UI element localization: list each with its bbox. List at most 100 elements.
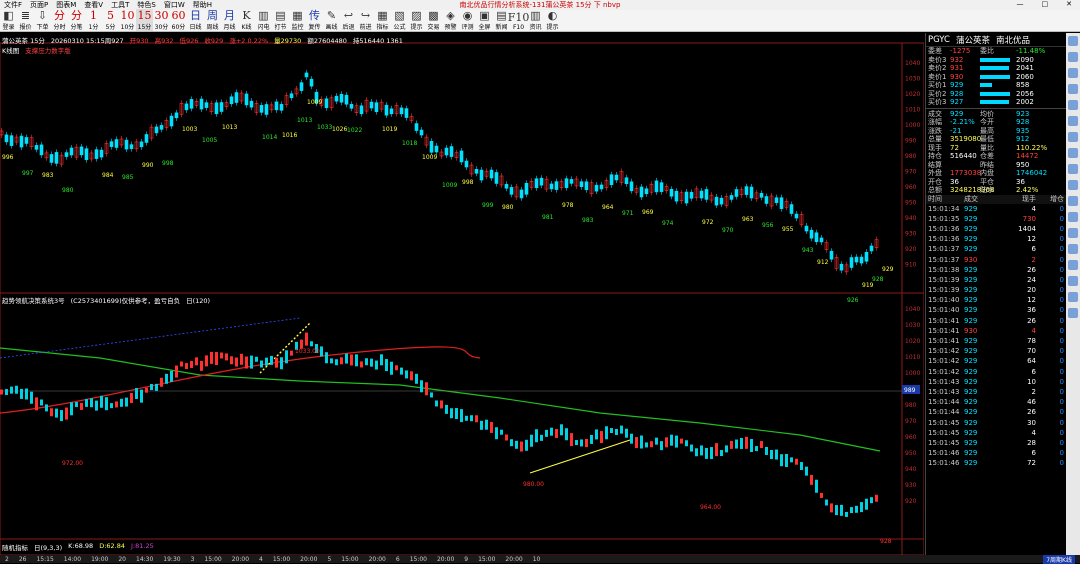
tick-row[interactable]: 15:01:41 929 26 0: [926, 316, 1066, 326]
toolbar-button-27[interactable]: ◉ 评测: [459, 9, 476, 32]
tick-row[interactable]: 15:01:34 929 4 0: [926, 204, 1066, 214]
candle-body: [854, 256, 859, 263]
tick-row[interactable]: 15:01:39 929 20 0: [926, 285, 1066, 295]
toolbar-button-26[interactable]: ◈ 预警: [442, 9, 459, 32]
toolbar-button-1[interactable]: ≣ 报价: [17, 9, 34, 32]
tick-row[interactable]: 15:01:44 929 26 0: [926, 407, 1066, 417]
sidebar-tool-icon[interactable]: [1068, 36, 1078, 46]
lower-candle: [825, 499, 828, 506]
lower-candle: [95, 400, 98, 411]
lower-candle: [260, 360, 263, 368]
toolbar-button-16[interactable]: ▤ 打节: [272, 9, 289, 32]
sidebar-tool-icon[interactable]: [1068, 116, 1078, 126]
maximize-icon[interactable]: □: [1042, 0, 1049, 8]
tick-row[interactable]: 15:01:39 929 24 0: [926, 275, 1066, 285]
tick-row[interactable]: 15:01:36 929 12 0: [926, 234, 1066, 244]
upper-panel-indicator[interactable]: 支撑压力数字版: [25, 45, 71, 55]
toolbar-button-17[interactable]: ▦ 监控: [289, 9, 306, 32]
chart-area[interactable]: 996 997 983 980 984 985 990 998 1003 1005 1013 1014…: [0, 33, 924, 555]
tick-row[interactable]: 15:01:45 929 30 0: [926, 417, 1066, 427]
toolbar-button-10[interactable]: 60 60分: [170, 9, 187, 32]
toolbar-button-3[interactable]: 分分时: [51, 9, 68, 32]
lower-candle: [100, 395, 103, 408]
tick-row[interactable]: 15:01:41 930 4 0: [926, 326, 1066, 336]
toolbar-button-9[interactable]: 30 30分: [153, 9, 170, 32]
toolbar-button-31[interactable]: ▥ 资讯: [527, 9, 544, 32]
x-axis-tick: 20:00: [505, 555, 523, 563]
toolbar-button-6[interactable]: 5 5分: [102, 9, 119, 32]
minimize-icon[interactable]: —: [1017, 0, 1024, 8]
toolbar-button-28[interactable]: ▣ 全屏: [476, 9, 493, 32]
lower-candle: [270, 355, 273, 365]
toolbar-button-0[interactable]: ◧ 登录: [0, 9, 17, 32]
toolbar-button-20[interactable]: ↩ 后退: [340, 9, 357, 32]
tick-row[interactable]: 15:01:38 929 26 0: [926, 265, 1066, 275]
toolbar-button-18[interactable]: 传复传: [306, 9, 323, 32]
close-icon[interactable]: ✕: [1066, 0, 1072, 8]
toolbar-button-4[interactable]: 分分笔: [68, 9, 85, 32]
tick-row[interactable]: 15:01:40 929 12 0: [926, 295, 1066, 305]
toolbar-button-19[interactable]: ✎ 画线: [323, 9, 340, 32]
tick-row[interactable]: 15:01:46 929 6 0: [926, 448, 1066, 458]
toolbar-button-11[interactable]: 日日线: [187, 9, 204, 32]
tick-row[interactable]: 15:01:43 929 2 0: [926, 387, 1066, 397]
tick-row[interactable]: 15:01:37 930 2 0: [926, 254, 1066, 264]
chart-canvas[interactable]: 996 997 983 980 984 985 990 998 1003 1005 1013 1014…: [0, 33, 924, 555]
toolbar-button-7[interactable]: 10 10分: [119, 9, 136, 32]
period-tab[interactable]: 7周期K线: [1043, 554, 1075, 564]
toolbar-button-2[interactable]: ⇩ 下单: [34, 9, 51, 32]
tick-row[interactable]: 15:01:43 929 10 0: [926, 377, 1066, 387]
toolbar-button-5[interactable]: 1 1分: [85, 9, 102, 32]
toolbar-button-12[interactable]: 周周线: [204, 9, 221, 32]
tick-row[interactable]: 15:01:45 929 28 0: [926, 438, 1066, 448]
tick-row[interactable]: 15:01:42 929 64 0: [926, 356, 1066, 366]
toolbar-label-14: K线: [241, 24, 252, 31]
toolbar-button-23[interactable]: ▧ 公式: [391, 9, 408, 32]
tick-row[interactable]: 15:01:40 929 36 0: [926, 305, 1066, 315]
sidebar-tool-icon[interactable]: [1068, 228, 1078, 238]
sidebar-tool-icon[interactable]: [1068, 308, 1078, 318]
toolbar-button-30[interactable]: F10 F10: [508, 9, 530, 32]
tick-row[interactable]: 15:01:37 929 6 0: [926, 244, 1066, 254]
support-label: 983: [42, 172, 54, 179]
sidebar-tool-icon[interactable]: [1068, 292, 1078, 302]
sidebar-tool-icon[interactable]: [1068, 276, 1078, 286]
tick-row[interactable]: 15:01:42 929 6 0: [926, 367, 1066, 377]
lower-candle: [750, 439, 753, 453]
order-book-row-5-value2: 2056: [1016, 89, 1034, 98]
tick-row[interactable]: 15:01:42 929 70 0: [926, 346, 1066, 356]
lower-candle: [285, 350, 288, 364]
toolbar-button-32[interactable]: ◐ 提示: [544, 9, 561, 32]
sidebar-tool-icon[interactable]: [1068, 244, 1078, 254]
toolbar-button-8[interactable]: 15 15分: [136, 9, 153, 31]
tick-row[interactable]: 15:01:46 929 72 0: [926, 458, 1066, 468]
sidebar-tool-icon[interactable]: [1068, 180, 1078, 190]
sidebar-tool-icon[interactable]: [1068, 196, 1078, 206]
sidebar-tool-icon[interactable]: [1068, 260, 1078, 270]
sidebar-tool-icon[interactable]: [1068, 132, 1078, 142]
toolbar-button-13[interactable]: 月月线: [221, 9, 238, 32]
sidebar-tool-icon[interactable]: [1068, 100, 1078, 110]
sidebar-tool-icon[interactable]: [1068, 68, 1078, 78]
tick-row[interactable]: 15:01:41 929 78 0: [926, 336, 1066, 346]
sidebar-tool-icon[interactable]: [1068, 164, 1078, 174]
toolbar-button-14[interactable]: K K线: [238, 9, 255, 32]
upper-panel-title[interactable]: K线图: [2, 45, 19, 55]
toolbar-button-25[interactable]: ▩ 交易: [425, 9, 442, 32]
toolbar-button-15[interactable]: ▥ 闪电: [255, 9, 272, 32]
sidebar-tool-icon[interactable]: [1068, 52, 1078, 62]
sidebar-tool-icon[interactable]: [1068, 148, 1078, 158]
lower-panel-title[interactable]: 趋势领航决策系统3号: [2, 295, 65, 305]
tick-row[interactable]: 15:01:35 929 730 0: [926, 214, 1066, 224]
tick-row[interactable]: 15:01:45 929 4 0: [926, 428, 1066, 438]
tick-row[interactable]: 15:01:44 929 46 0: [926, 397, 1066, 407]
kdj-title[interactable]: 随机指标: [2, 542, 28, 552]
toolbar-button-24[interactable]: ▨ 提示: [408, 9, 425, 32]
toolbar-button-22[interactable]: ▦ 指标: [374, 9, 391, 32]
sidebar-tool-icon[interactable]: [1068, 212, 1078, 222]
tick-table[interactable]: 15:01:34 929 4 0 15:01:35 929 730 0 15:01:36 929 1…: [926, 204, 1066, 469]
sidebar-tool-icon[interactable]: [1068, 84, 1078, 94]
toolbar-button-21[interactable]: ↪ 前进: [357, 9, 374, 32]
lower-candle: [745, 436, 748, 449]
tick-row[interactable]: 15:01:36 929 1404 0: [926, 224, 1066, 234]
